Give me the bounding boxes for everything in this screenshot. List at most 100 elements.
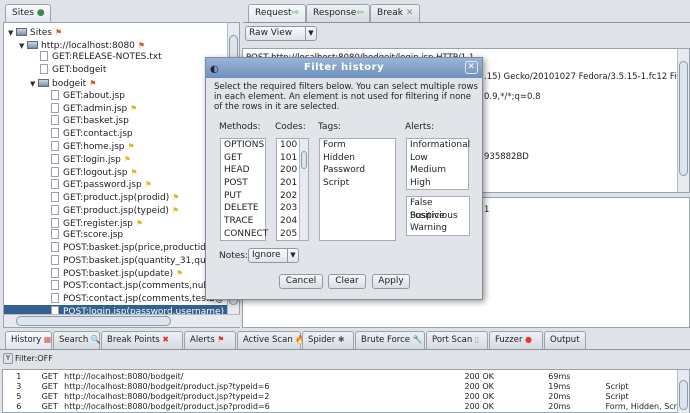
tree-item[interactable]: POST:contact.jsp(comments,null) [51, 280, 212, 293]
file-icon [40, 51, 48, 62]
tree-item[interactable]: GET:score.jsp [51, 229, 123, 242]
tab-output[interactable]: Output [544, 331, 586, 349]
history-row[interactable]: 3 GET http://localhost:8080/bodgeit/produc… [3, 382, 677, 392]
methods-option[interactable]: CONNECT [221, 228, 268, 241]
tab-request[interactable]: Request⇨ [248, 4, 306, 22]
methods-option[interactable]: OPTIONS [221, 139, 265, 152]
tree-item-label: GET:score.jsp [63, 230, 124, 241]
reliability-option[interactable]: Warning [407, 222, 469, 235]
tags-option[interactable]: Hidden [320, 152, 395, 165]
alerts-option[interactable]: Informational [407, 139, 470, 152]
tab-brute-force[interactable]: Brute Force 🔧 [355, 331, 425, 349]
request-scrollbar[interactable] [677, 49, 689, 192]
reliability-option[interactable]: False Positive [407, 197, 469, 221]
tab-response[interactable]: Response⇦ [306, 4, 370, 22]
tree-item[interactable]: GET:login.jsp ⚑ [51, 153, 131, 166]
alerts-list[interactable]: Informational Low Medium High [406, 138, 470, 190]
tree-item[interactable]: GET:basket.jsp [51, 114, 129, 128]
expand-triangle-icon[interactable]: ▼ [19, 40, 27, 53]
history-row[interactable]: 6 GET http://localhost:8080/bodgeit/produc… [3, 402, 687, 412]
tree-item[interactable]: GET:about.jsp [51, 89, 125, 103]
view-select[interactable]: Raw View ▼ [245, 26, 317, 41]
folder-icon [38, 78, 49, 87]
tree-item[interactable]: ▼ Sites ⚑ [8, 26, 62, 39]
methods-option[interactable]: PUT [221, 190, 265, 203]
file-icon [40, 64, 48, 75]
tags-list[interactable]: Form Hidden Password Script [319, 138, 396, 241]
tree-item[interactable]: GET:RELEASE-NOTES.txt [40, 51, 162, 64]
tab-alerts[interactable]: Alerts ⚑ [184, 331, 236, 349]
methods-option[interactable]: DELETE [221, 202, 265, 215]
tree-item[interactable]: GET:password.jsp ⚑ [51, 178, 152, 191]
tree-item[interactable]: POST:basket.jsp(update) ⚑ [51, 267, 183, 280]
tree-item-label: http://localhost:8080 [41, 40, 135, 51]
reliability-option[interactable]: Suspicious [407, 210, 469, 223]
tree-item[interactable]: GET:admin.jsp ⚑ [51, 102, 137, 115]
alerts-option[interactable]: Low [407, 152, 468, 165]
chevron-down-icon: ▼ [305, 27, 316, 40]
history-row[interactable]: 5 GET http://localhost:8080/bodgeit/produc… [3, 392, 677, 402]
tab-active-scan[interactable]: Active Scan 🔥 [237, 331, 305, 349]
tab-sites[interactable]: Sites ● [5, 4, 51, 22]
alerts-option[interactable]: Medium [407, 164, 468, 177]
codes-scrollbar[interactable] [299, 139, 308, 240]
cell-method: GET [41, 372, 58, 381]
close-icon[interactable]: ✕ [465, 61, 478, 74]
methods-list[interactable]: OPTIONS GET HEAD POST PUT DELETE TRACE CONNECT [220, 138, 268, 241]
tree-item-label: GET:password.jsp [63, 180, 142, 191]
tree-item[interactable]: POST:basket.jsp(quantity_31,quant [51, 254, 221, 268]
history-scrollbar[interactable] [677, 370, 689, 413]
tags-option[interactable]: Password [320, 164, 395, 177]
codes-list[interactable]: 100 101 200 201 202 203 204 205 [276, 138, 309, 241]
tree-item-label: POST:contact.jsp(comments,null) [63, 281, 212, 291]
file-icon [51, 280, 59, 290]
calendar-icon: ▦ [41, 335, 52, 344]
tags-option[interactable]: Form [320, 139, 395, 152]
apply-button[interactable]: Apply [372, 274, 410, 289]
tree-item[interactable]: GET:product.jsp(prodid) ⚑ [51, 191, 179, 204]
cell-tags: Script [605, 392, 629, 401]
tree-item[interactable]: ▼ http://localhost:8080 ⚑ [19, 39, 145, 52]
tree-item-label: GET:home.jsp [63, 142, 125, 153]
methods-option[interactable]: POST [221, 177, 265, 190]
tree-item[interactable]: GET:register.jsp ⚑ [51, 217, 143, 230]
methods-option[interactable]: TRACE [221, 215, 265, 228]
arrow-right-icon: ⇨ [291, 8, 300, 18]
tree-item[interactable]: POST:basket.jsp(price,productid,qu [51, 241, 220, 255]
tree-item[interactable]: ▼ bodgeit ⚑ [30, 77, 96, 90]
reliability-list[interactable]: False Positive Suspicious Warning [406, 196, 470, 236]
tree-item-label: GET:logout.jsp [63, 167, 128, 178]
tags-option[interactable]: Script [320, 177, 395, 190]
tab-fuzzer[interactable]: Fuzzer ● [489, 331, 543, 349]
methods-option[interactable]: GET [221, 152, 265, 165]
tree-item[interactable]: POST:contact.jsp(comments,test2@ [51, 292, 224, 306]
tree-item[interactable]: GET:logout.jsp ⚑ [51, 166, 138, 179]
tree-item[interactable]: GET:home.jsp ⚑ [51, 140, 135, 153]
tab-search[interactable]: Search 🔍 [53, 331, 101, 349]
clear-button[interactable]: Clear [328, 274, 366, 289]
expand-triangle-icon[interactable]: ▼ [30, 78, 38, 91]
tab-break[interactable]: Break ✕ [370, 4, 420, 22]
cancel-button[interactable]: Cancel [279, 274, 323, 289]
tab-history[interactable]: History ▦ [5, 331, 52, 349]
methods-option[interactable]: HEAD [221, 164, 265, 177]
port-icon: ▯ [472, 335, 480, 344]
alerts-option[interactable]: High [407, 177, 468, 190]
tree-item-label: POST:basket.jsp(quantity_31,quant [63, 255, 221, 266]
tree-item[interactable]: GET:product.jsp(typeid) ⚑ [51, 204, 179, 217]
filter-status[interactable]: Filter:OFF [15, 354, 53, 363]
flag-icon: ⚑ [214, 335, 225, 344]
tree-item[interactable]: GET:bodgeit [40, 64, 106, 77]
tree-item[interactable]: GET:contact.jsp [51, 127, 133, 141]
tree-horizontal-scrollbar[interactable] [4, 314, 240, 327]
expand-triangle-icon[interactable]: ▼ [8, 27, 16, 40]
tab-break-points[interactable]: Break Points ✖ [101, 331, 183, 349]
tab-spider[interactable]: Spider ✱ [302, 331, 354, 349]
history-row[interactable]: 1 GET http://localhost:8080/bodgeit/200 OK… [3, 372, 677, 382]
filter-icon[interactable]: Y [3, 353, 13, 364]
tab-port-scan[interactable]: Port Scan ▯ [426, 331, 488, 349]
file-icon [51, 127, 59, 138]
notes-select[interactable]: Ignore ▼ [248, 248, 299, 263]
file-icon [51, 229, 59, 240]
search-icon: 🔍 [88, 335, 101, 344]
